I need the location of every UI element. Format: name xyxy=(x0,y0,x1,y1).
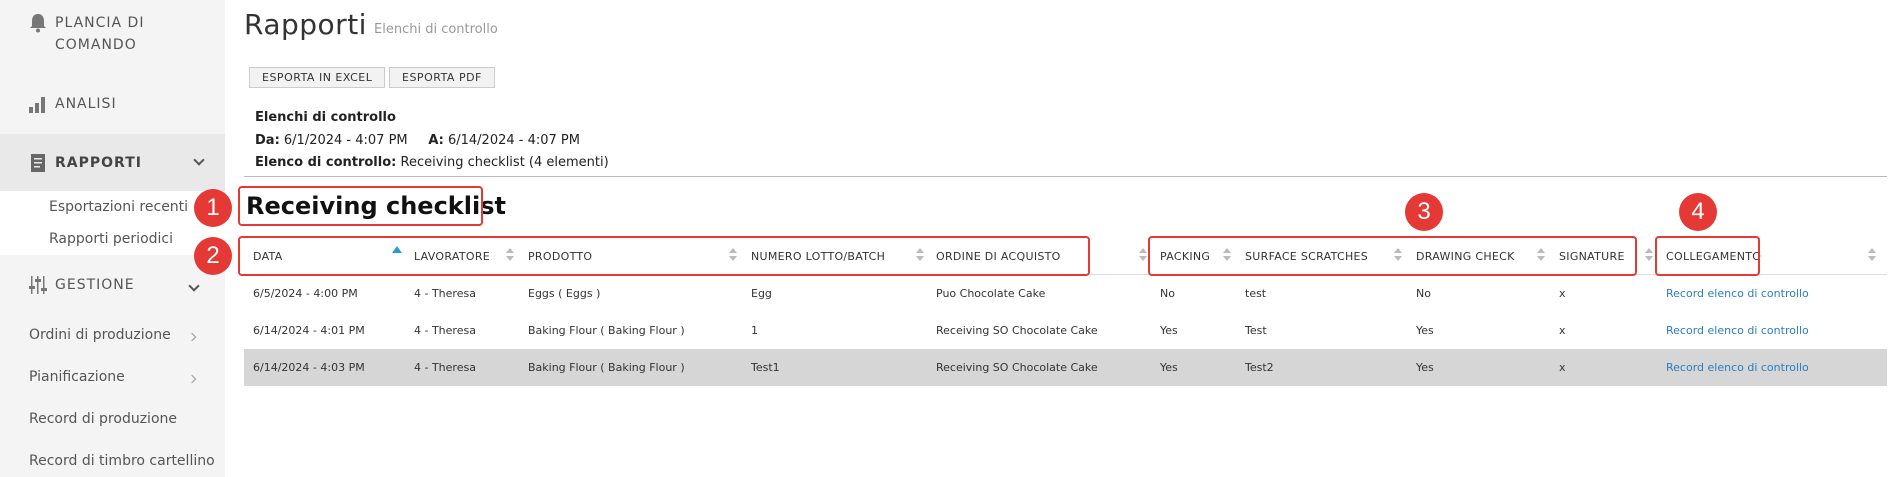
sub-periodic-reports[interactable]: Rapporti periodici xyxy=(49,231,173,247)
cell-drawing: Yes xyxy=(1416,361,1434,374)
annotation-box-link-column xyxy=(1655,236,1760,276)
export-pdf-button[interactable]: ESPORTA PDF xyxy=(389,67,495,88)
cell-surface: Test2 xyxy=(1245,361,1274,374)
cell-surface: test xyxy=(1245,287,1267,300)
nav-dashboard-label: PLANCIA DI COMANDO xyxy=(55,15,145,53)
side-item-production-records[interactable]: Record di produzione xyxy=(29,411,177,427)
table-row[interactable]: 6/14/2024 - 4:03 PM 4 - Theresa Baking F… xyxy=(244,349,1887,386)
list-label: Elenco di controllo: xyxy=(255,155,397,170)
annotation-box-report-title xyxy=(238,186,483,226)
cell-lotto: Test1 xyxy=(751,361,780,374)
annotation-marker-2: 2 xyxy=(194,237,232,275)
chevron-down-icon xyxy=(193,154,205,166)
annotation-box-base-columns xyxy=(238,236,1090,276)
chevron-right-icon xyxy=(187,332,197,342)
record-link[interactable]: Record elenco di controllo xyxy=(1666,287,1809,300)
to-label: A: xyxy=(428,133,444,148)
table-row[interactable]: 6/5/2024 - 4:00 PM 4 - Theresa Eggs ( Eg… xyxy=(244,275,1887,312)
cell-prodotto: Baking Flour ( Baking Flour ) xyxy=(528,361,685,374)
divider xyxy=(244,176,1887,177)
cell-lavoratore: 4 - Theresa xyxy=(414,287,476,300)
cell-packing: No xyxy=(1160,287,1175,300)
cell-lotto: 1 xyxy=(751,324,758,337)
cell-prodotto: Baking Flour ( Baking Flour ) xyxy=(528,324,685,337)
chevron-down-icon xyxy=(188,280,200,292)
sub-recent-exports[interactable]: Esportazioni recenti xyxy=(49,199,188,215)
side-item-timecard-records[interactable]: Record di timbro cartellino xyxy=(29,453,215,469)
annotation-marker-3: 3 xyxy=(1405,193,1443,231)
annotation-marker-4: 4 xyxy=(1679,193,1717,231)
sliders-icon xyxy=(27,274,49,296)
nav-gestione-label: GESTIONE xyxy=(55,277,135,293)
nav-rapporti[interactable]: RAPPORTI xyxy=(0,134,225,191)
nav-analisi[interactable]: ANALISI xyxy=(27,93,117,115)
cell-signature: x xyxy=(1559,324,1566,337)
side-item-production-orders[interactable]: Ordini di produzione xyxy=(29,327,171,343)
rapporti-submenu: Esportazioni recenti Rapporti periodici xyxy=(0,191,225,255)
cell-surface: Test xyxy=(1245,324,1267,337)
cell-lavoratore: 4 - Theresa xyxy=(414,361,476,374)
info-list: Elenco di controllo: Receiving checklist… xyxy=(255,155,609,170)
cell-packing: Yes xyxy=(1160,324,1178,337)
record-link[interactable]: Record elenco di controllo xyxy=(1666,361,1809,374)
nav-dashboard[interactable]: PLANCIA DI COMANDO xyxy=(27,12,195,56)
from-label: Da: xyxy=(255,133,280,148)
list-value: Receiving checklist (4 elementi) xyxy=(400,155,609,170)
record-link[interactable]: Record elenco di controllo xyxy=(1666,324,1809,337)
cell-lotto: Egg xyxy=(751,287,772,300)
cell-ordine: Puo Chocolate Cake xyxy=(936,287,1046,300)
export-excel-button[interactable]: ESPORTA IN EXCEL xyxy=(249,67,386,88)
cell-drawing: No xyxy=(1416,287,1431,300)
sidebar: PLANCIA DI COMANDO ANALISI RAPPORTI Espo… xyxy=(0,0,225,477)
page-subtitle: Elenchi di controllo xyxy=(374,22,498,37)
annotation-box-checklist-columns xyxy=(1148,236,1637,276)
to-value: 6/14/2024 - 4:07 PM xyxy=(447,133,580,148)
side-item-planning[interactable]: Pianificazione xyxy=(29,369,125,385)
nav-gestione[interactable]: GESTIONE xyxy=(27,274,135,296)
from-value: 6/1/2024 - 4:07 PM xyxy=(283,133,408,148)
annotation-marker-1: 1 xyxy=(194,189,232,227)
table-row[interactable]: 6/14/2024 - 4:01 PM 4 - Theresa Baking F… xyxy=(244,312,1887,349)
document-icon xyxy=(27,152,49,174)
cell-data: 6/5/2024 - 4:00 PM xyxy=(253,287,358,300)
sort-icon[interactable] xyxy=(1645,248,1653,262)
nav-analisi-label: ANALISI xyxy=(55,96,117,112)
page-title: Rapporti xyxy=(244,8,367,41)
bar-chart-icon xyxy=(27,93,49,115)
cell-prodotto: Eggs ( Eggs ) xyxy=(528,287,601,300)
info-heading-text: Elenchi di controllo xyxy=(255,110,396,125)
bell-icon xyxy=(27,12,49,34)
cell-lavoratore: 4 - Theresa xyxy=(414,324,476,337)
cell-ordine: Receiving SO Chocolate Cake xyxy=(936,324,1098,337)
cell-data: 6/14/2024 - 4:01 PM xyxy=(253,324,365,337)
cell-packing: Yes xyxy=(1160,361,1178,374)
cell-data: 6/14/2024 - 4:03 PM xyxy=(253,361,365,374)
info-dates: Da: 6/1/2024 - 4:07 PM A: 6/14/2024 - 4:… xyxy=(255,133,580,148)
cell-signature: x xyxy=(1559,361,1566,374)
info-heading: Elenchi di controllo xyxy=(255,110,396,125)
cell-drawing: Yes xyxy=(1416,324,1434,337)
nav-rapporti-label: RAPPORTI xyxy=(55,155,142,171)
sort-icon[interactable] xyxy=(1868,248,1876,262)
cell-signature: x xyxy=(1559,287,1566,300)
cell-ordine: Receiving SO Chocolate Cake xyxy=(936,361,1098,374)
chevron-right-icon xyxy=(187,374,197,384)
sort-icon[interactable] xyxy=(1139,248,1147,262)
